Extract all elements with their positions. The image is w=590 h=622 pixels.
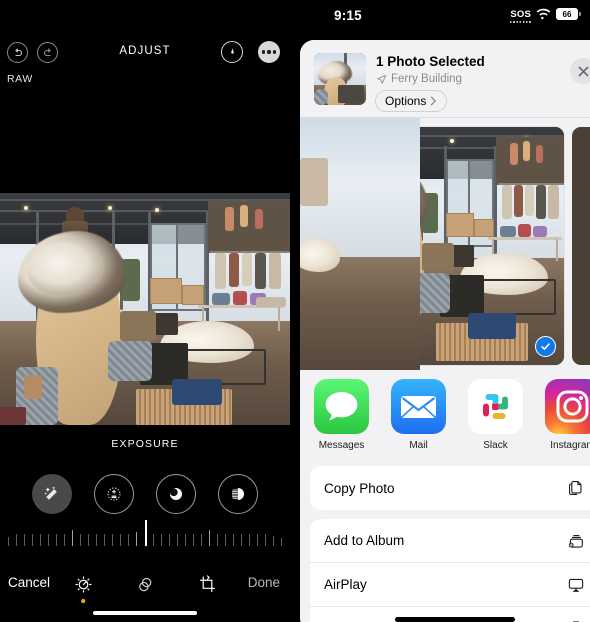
editor-mode-row	[0, 572, 290, 603]
adjust-dial-icon	[74, 575, 92, 593]
action-group-main: Add to Album AirPlay	[310, 519, 590, 622]
location-arrow-icon	[377, 74, 387, 84]
share-app-label: Mail	[409, 440, 428, 451]
instagram-app-icon	[545, 379, 590, 434]
share-location: Ferry Building	[376, 73, 462, 85]
share-app-label: Messages	[318, 440, 365, 451]
action-label: Add to Album	[324, 533, 405, 548]
magic-wand-icon	[44, 486, 57, 500]
share-app-slack[interactable]: Slack	[468, 379, 523, 451]
done-button[interactable]: Done	[248, 575, 280, 590]
slider-indicator[interactable]	[145, 520, 147, 546]
adjustment-tools-row	[0, 472, 290, 516]
raw-badge[interactable]: RAW	[7, 73, 33, 85]
checkmark-circle-icon[interactable]	[535, 336, 556, 357]
wifi-icon	[536, 8, 551, 20]
action-label: Copy Photo	[324, 480, 395, 496]
editor-photo-canvas[interactable]	[0, 193, 290, 425]
action-label: AirPlay	[324, 577, 367, 592]
share-apps-row: Messages Mail Slack Instagra	[300, 370, 590, 466]
filters-mode-button[interactable]	[133, 572, 157, 596]
status-time: 9:15	[334, 8, 362, 23]
airplay-icon	[566, 575, 586, 595]
brilliance-tool[interactable]	[156, 474, 196, 514]
options-label: Options	[385, 94, 427, 108]
selected-photo-thumbnail[interactable]	[314, 53, 366, 105]
crop-rotate-icon	[199, 574, 215, 592]
photo-carousel[interactable]	[300, 118, 590, 370]
filters-circles-icon	[138, 577, 151, 591]
chevron-right-icon	[431, 96, 437, 106]
messages-app-icon	[314, 379, 369, 434]
markup-pen-icon[interactable]	[221, 41, 243, 63]
editor-mode-title: ADJUST	[119, 45, 171, 57]
active-mode-dot	[81, 599, 85, 603]
status-indicators: SOS 66	[510, 8, 581, 23]
options-button[interactable]: Options	[375, 90, 448, 112]
action-add-to-album[interactable]: Add to Album	[310, 519, 590, 563]
share-app-label: Slack	[483, 440, 508, 451]
share-app-messages[interactable]: Messages	[314, 379, 369, 451]
home-indicator	[93, 610, 197, 615]
highlights-tool[interactable]	[218, 474, 258, 514]
editor-bottom-bar: Cancel Done	[0, 560, 290, 622]
action-copy-photo[interactable]: Copy Photo	[310, 466, 590, 510]
adjustment-slider[interactable]	[0, 520, 290, 550]
share-sheet: 1 Photo Selected Ferry Building Options	[300, 40, 590, 622]
close-x-icon[interactable]	[570, 58, 590, 84]
slack-app-icon	[468, 379, 523, 434]
share-sheet-panel: 9:15 SOS 66 1 Photo Selected Ferry Build…	[290, 0, 590, 622]
home-indicator	[395, 617, 515, 622]
exposure-tool[interactable]	[94, 474, 134, 514]
status-bar: 9:15 SOS 66	[290, 0, 590, 34]
next-photo[interactable]	[300, 118, 590, 370]
copy-documents-icon	[566, 478, 586, 498]
exposure-icon	[107, 487, 121, 501]
action-group-copy: Copy Photo	[310, 466, 590, 510]
editor-top-bar: ADJUST	[0, 38, 290, 68]
more-ellipsis-icon[interactable]	[258, 41, 280, 63]
photo-scene-store-interior	[0, 193, 290, 425]
battery-indicator: 66	[556, 8, 581, 20]
share-app-label: Instagram	[550, 440, 590, 451]
auto-enhance-tool[interactable]	[32, 474, 72, 514]
photo-editor-panel: ADJUST RAW EXPOSURE Cancel Done	[0, 0, 290, 622]
adjustment-name-label: EXPOSURE	[111, 438, 179, 450]
share-location-label: Ferry Building	[391, 73, 462, 85]
screenshot-root: ADJUST RAW EXPOSURE Cancel Done 9:15 SOS…	[0, 0, 590, 622]
share-app-instagram[interactable]: Instagram	[545, 379, 590, 451]
share-sheet-header: 1 Photo Selected Ferry Building Options	[300, 40, 590, 118]
share-title: 1 Photo Selected	[376, 54, 485, 69]
action-airplay[interactable]: AirPlay	[310, 563, 590, 607]
share-app-mail[interactable]: Mail	[391, 379, 446, 451]
adjust-mode-button[interactable]	[71, 572, 95, 603]
sos-indicator: SOS	[510, 8, 531, 23]
brilliance-icon	[170, 488, 182, 500]
highlights-icon	[232, 488, 244, 500]
mail-app-icon	[391, 379, 446, 434]
crop-mode-button[interactable]	[195, 572, 219, 596]
add-to-album-icon	[566, 531, 586, 551]
